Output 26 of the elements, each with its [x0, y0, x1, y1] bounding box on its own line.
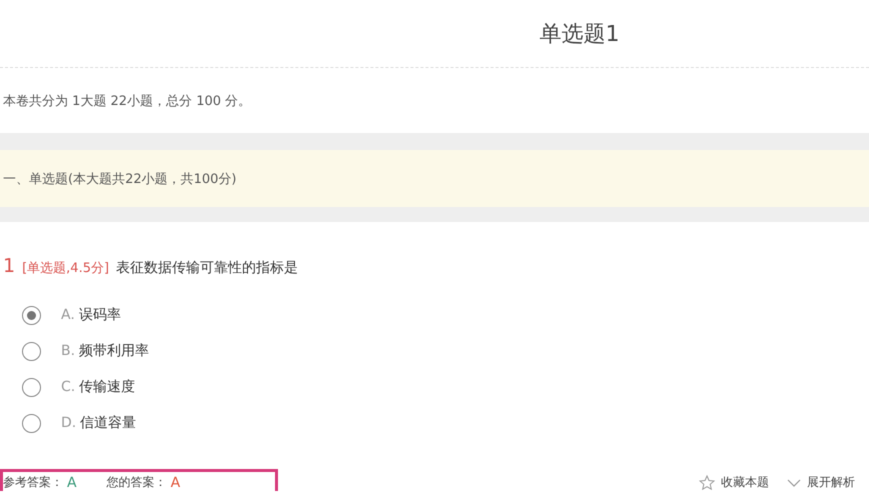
option-letter: B.	[61, 343, 76, 359]
radio-button[interactable]	[22, 342, 41, 360]
option-text: 频带利用率	[79, 342, 150, 360]
question-number: 1	[3, 255, 16, 277]
radio-button[interactable]	[22, 414, 41, 432]
your-answer: A	[170, 475, 180, 491]
option-letter: D.	[61, 415, 76, 431]
your-answer-label: 您的答案：	[106, 474, 167, 491]
radio-button[interactable]	[22, 306, 41, 324]
reference-answer: A	[67, 475, 77, 491]
section-title: 一、单选题(本大题共22小题，共100分)	[3, 170, 236, 188]
chevron-down-icon	[787, 478, 801, 486]
option-letter: C.	[61, 379, 76, 395]
option-text: 信道容量	[80, 414, 136, 432]
question-text: 表征数据传输可靠性的指标是	[116, 259, 298, 277]
reference-answer-label: 参考答案：	[3, 474, 63, 491]
radio-button[interactable]	[22, 378, 41, 396]
page-title: 单选题1	[540, 20, 620, 48]
question-tag: [单选题,4.5分]	[22, 259, 110, 277]
option-text: 传输速度	[79, 378, 136, 396]
expand-analysis-button[interactable]: 展开解析	[787, 474, 855, 491]
favorite-button[interactable]: 收藏本题	[699, 474, 769, 491]
star-icon	[699, 475, 715, 490]
option-text: 误码率	[78, 306, 121, 324]
exam-summary: 本卷共分为 1大题 22小题，总分 100 分。	[2, 92, 252, 110]
option-letter: A.	[61, 307, 75, 323]
